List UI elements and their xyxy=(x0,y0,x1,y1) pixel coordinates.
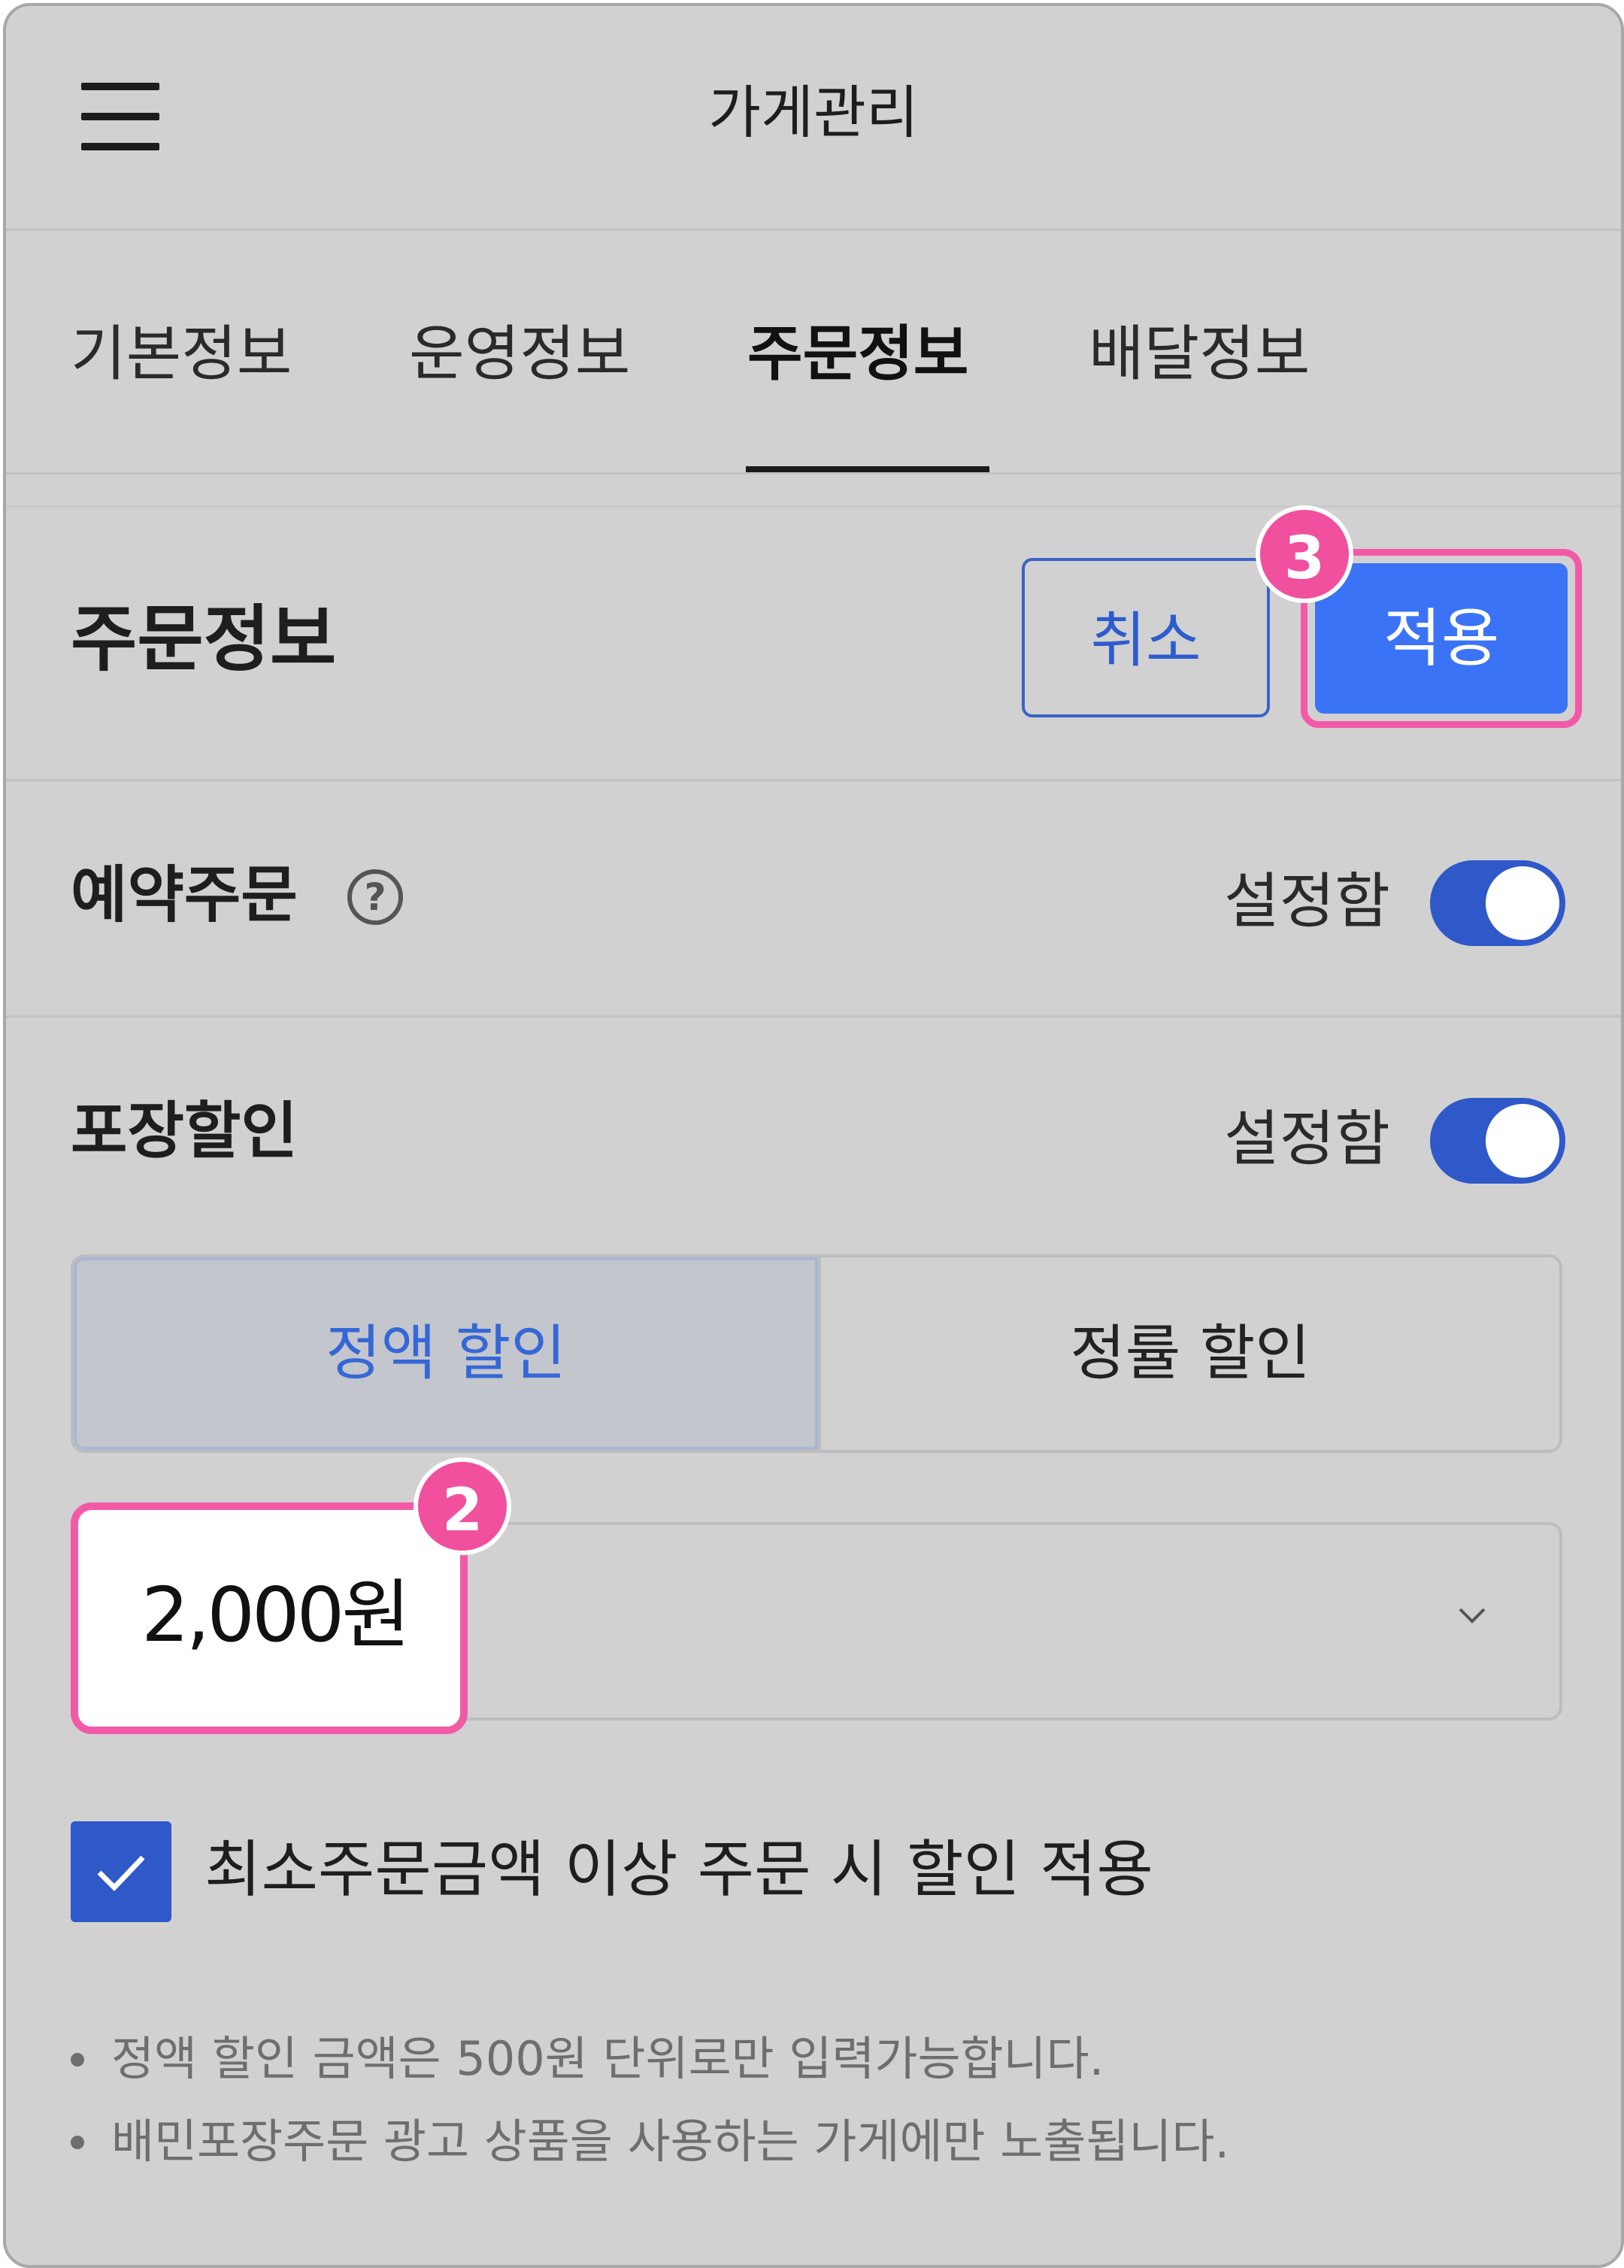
row-divider xyxy=(6,1015,1621,1017)
pickup-discount-label: 포장할인 xyxy=(71,1096,298,1167)
tab-order-info[interactable]: 주문정보 xyxy=(747,313,968,396)
header-divider xyxy=(6,229,1621,231)
min-order-checkbox[interactable] xyxy=(71,1821,171,1922)
toggle-knob xyxy=(1486,866,1559,940)
rate-discount-option[interactable]: 정률 할인 xyxy=(818,1257,1559,1450)
section-title: 주문정보 xyxy=(71,597,337,681)
amount-highlight: 2,000원 xyxy=(71,1502,468,1734)
step-badge-apply: 3 xyxy=(1256,505,1353,603)
question-circle-icon[interactable]: ? xyxy=(347,869,403,925)
reservation-label: 예약주문 xyxy=(71,860,298,931)
tab-basic-info[interactable]: 기본정보 xyxy=(71,313,292,396)
chevron-down-icon[interactable] xyxy=(1457,1600,1487,1630)
note-item: 정액 할인 금액은 500원 단위로만 입력가능합니다. xyxy=(111,2031,1104,2086)
step-badge-amount: 2 xyxy=(414,1457,511,1555)
cancel-button[interactable]: 취소 xyxy=(1022,558,1270,717)
reservation-status-text: 설정함 xyxy=(1224,866,1390,936)
pickup-discount-toggle[interactable] xyxy=(1430,1098,1565,1184)
toggle-knob xyxy=(1486,1104,1559,1178)
pickup-discount-status-text: 설정함 xyxy=(1224,1104,1390,1174)
section-divider xyxy=(6,779,1621,781)
discount-amount-value: 2,000원 xyxy=(141,1571,411,1659)
apply-button[interactable]: 적용 xyxy=(1315,563,1568,714)
fixed-discount-option[interactable]: 정액 할인 xyxy=(74,1257,818,1450)
tabs-divider xyxy=(6,472,1621,475)
note-bullet xyxy=(71,2136,84,2149)
page-title: 가게관리 xyxy=(708,79,919,146)
checkmark-icon xyxy=(97,1855,145,1892)
tab-delivery-info[interactable]: 배달정보 xyxy=(1089,313,1310,396)
note-item: 배민포장주문 광고 상품을 사용하는 가게에만 노출됩니다. xyxy=(111,2114,1230,2169)
min-order-checkbox-label[interactable]: 최소주문금액 이상 주문 시 할인 적용 xyxy=(205,1829,1153,1912)
tab-operation-info[interactable]: 운영정보 xyxy=(409,313,630,396)
reservation-toggle[interactable] xyxy=(1430,860,1565,946)
tabs-shadow-divider xyxy=(6,505,1621,508)
note-bullet xyxy=(71,2053,84,2066)
app-frame: 가게관리 기본정보 운영정보 주문정보 배달정보 주문정보 취소 적용 3 예약… xyxy=(3,3,1624,2268)
discount-type-segmented: 정액 할인 정률 할인 xyxy=(71,1254,1562,1453)
